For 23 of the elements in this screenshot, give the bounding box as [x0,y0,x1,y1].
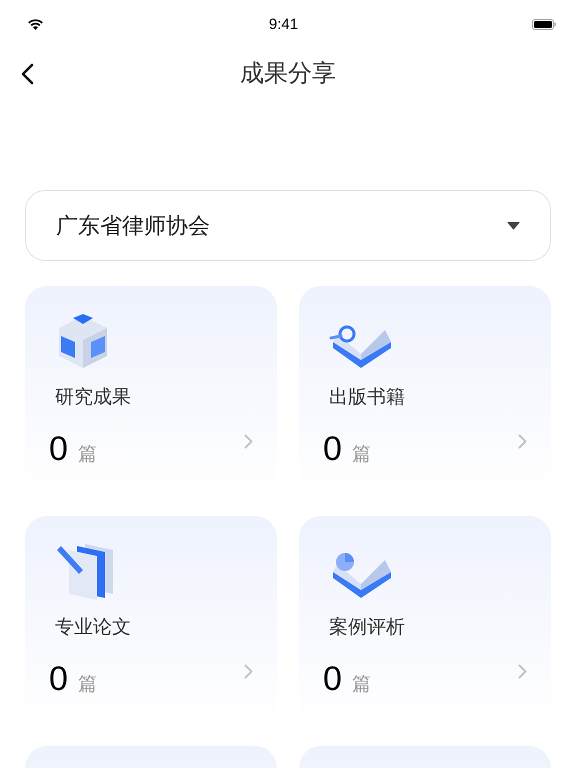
wifi-icon [28,18,43,30]
count: 0 [49,660,68,699]
organization-dropdown[interactable]: 广东省律师协会 [25,190,551,261]
page-title: 成果分享 [240,58,336,89]
count-unit: 篇 [78,442,97,467]
count-unit: 篇 [352,672,371,697]
count: 0 [49,430,68,469]
chevron-icon [244,434,253,449]
battery-icon [532,18,556,30]
card-title: 出版书籍 [329,385,406,410]
document-pencil-icon [55,542,115,600]
chevron-icon [518,434,527,449]
card-title: 研究成果 [55,385,132,410]
status-time: 9:41 [268,16,298,32]
chevron-icon [244,664,253,679]
card-title: 专业论文 [55,615,132,640]
count: 0 [323,660,342,699]
count: 0 [323,430,342,469]
caret-icon [507,221,520,230]
count-unit: 篇 [352,442,371,467]
card-title: 案例评析 [329,615,406,640]
chevron-icon [518,664,527,679]
count-unit: 篇 [78,672,97,697]
